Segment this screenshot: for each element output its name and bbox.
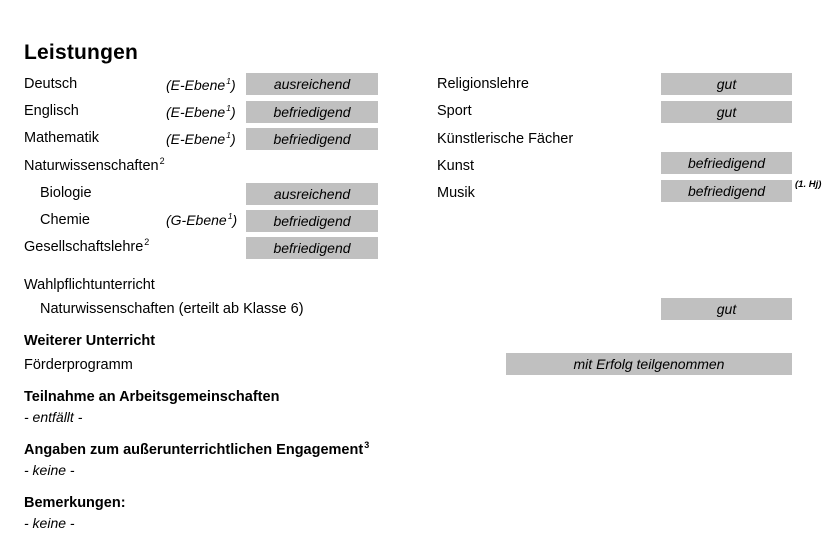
section-header-wahlpflichtunterricht: Wahlpflichtunterricht: [24, 277, 155, 293]
subject-group-kuenstlerische-faecher: Künstlerische Fächer: [437, 131, 573, 147]
subject-label-deutsch: Deutsch: [24, 76, 77, 92]
subject-footnote-marker: 2: [144, 237, 150, 248]
grade-value: befriedigend: [273, 213, 351, 229]
grade-box-mathematik: befriedigend: [246, 128, 378, 150]
grade-value: gut: [716, 76, 737, 92]
subject-label-sport: Sport: [437, 103, 472, 119]
level-text: (G-Ebene: [166, 212, 227, 228]
grade-value: befriedigend: [273, 131, 351, 147]
level-marker-chemie: (G-Ebene1): [166, 212, 237, 228]
subject-footnote-marker: 2: [159, 156, 165, 167]
grade-value: gut: [716, 104, 737, 120]
level-marker-deutsch: (E-Ebene1): [166, 77, 236, 93]
subject-name: Deutsch: [24, 76, 78, 92]
grade-box-wahlpflicht-naturwissenschaften: gut: [661, 298, 792, 320]
page-title: Leistungen: [24, 41, 139, 64]
grade-box-foerderprogramm: mit Erfolg teilgenommen: [506, 353, 792, 375]
engagement-footnote-marker: 3: [364, 440, 370, 451]
subject-label-religionslehre: Religionslehre: [437, 76, 529, 92]
grade-value: befriedigend: [273, 240, 351, 256]
level-text: (E-Ebene: [166, 131, 226, 147]
subject-name: Naturwissenschaften: [24, 158, 159, 174]
grade-box-biologie: ausreichend: [246, 183, 378, 205]
grade-box-deutsch: ausreichend: [246, 73, 378, 95]
grade-box-chemie: befriedigend: [246, 210, 378, 232]
grade-box-religionslehre: gut: [661, 73, 792, 95]
grade-value: befriedigend: [273, 104, 351, 120]
subject-name: Religionslehre: [437, 76, 529, 92]
section-header-weiterer-unterricht: Weiterer Unterricht: [24, 333, 156, 349]
grade-box-gesellschaftslehre: befriedigend: [246, 237, 378, 259]
grade-value: ausreichend: [273, 186, 351, 202]
report-card-page: Leistungen Deutsch (E-Ebene1) ausreichen…: [0, 0, 836, 540]
level-close-paren: ): [230, 104, 236, 120]
level-close-paren: ): [230, 77, 236, 93]
subject-name: Sport: [437, 103, 472, 119]
subject-name: Kunst: [437, 158, 475, 174]
subject-label-gesellschaftslehre: Gesellschaftslehre2: [24, 237, 150, 255]
section-header-arbeitsgemeinschaften: Teilnahme an Arbeitsgemeinschaften: [24, 389, 280, 405]
grade-value: mit Erfolg teilgenommen: [573, 356, 725, 372]
subject-label-musik: Musik: [437, 185, 475, 201]
bemerkungen-value: - keine -: [24, 515, 75, 531]
grade-box-musik: befriedigend: [661, 180, 792, 202]
grade-value: ausreichend: [273, 76, 351, 92]
grade-value: befriedigend: [687, 155, 766, 171]
subject-label-kunst: Kunst: [437, 158, 474, 174]
subject-name: Chemie: [40, 212, 90, 228]
level-close-paren: ): [232, 212, 238, 228]
subject-label-mathematik: Mathematik: [24, 130, 99, 146]
section-header-engagement: Angaben zum außerunterrichtlichen Engage…: [24, 440, 370, 458]
subject-label-englisch: Englisch: [24, 103, 79, 119]
grade-annotation-musik: (1. Hj): [795, 179, 822, 190]
engagement-value: - keine -: [24, 462, 75, 478]
subject-label-chemie: Chemie: [40, 212, 90, 228]
grade-value: gut: [716, 301, 737, 317]
grade-box-sport: gut: [661, 101, 792, 123]
subject-name: Gesellschaftslehre: [24, 239, 144, 255]
level-marker-mathematik: (E-Ebene1): [166, 131, 236, 147]
subject-label-biologie: Biologie: [40, 185, 92, 201]
level-marker-englisch: (E-Ebene1): [166, 104, 236, 120]
level-text: (E-Ebene: [166, 104, 226, 120]
elective-item-label: Naturwissenschaften (erteilt ab Klasse 6…: [40, 301, 304, 317]
subject-name: Mathematik: [24, 130, 99, 146]
arbeitsgemeinschaften-value: - entfällt -: [24, 409, 83, 425]
subject-group-naturwissenschaften: Naturwissenschaften2: [24, 156, 165, 174]
subject-name: Englisch: [24, 103, 79, 119]
subject-name: Musik: [437, 185, 475, 201]
section-header-text: Angaben zum außerunterrichtlichen Engage…: [24, 442, 364, 458]
subject-name: Künstlerische Fächer: [437, 131, 574, 147]
level-text: (E-Ebene: [166, 77, 226, 93]
grade-box-englisch: befriedigend: [246, 101, 378, 123]
grade-value: befriedigend: [687, 183, 766, 199]
subject-name: Biologie: [40, 185, 92, 201]
grade-box-kunst: befriedigend: [661, 152, 792, 174]
further-instruction-item-label: Förderprogramm: [24, 357, 133, 373]
section-header-bemerkungen: Bemerkungen:: [24, 495, 126, 511]
level-close-paren: ): [230, 131, 236, 147]
